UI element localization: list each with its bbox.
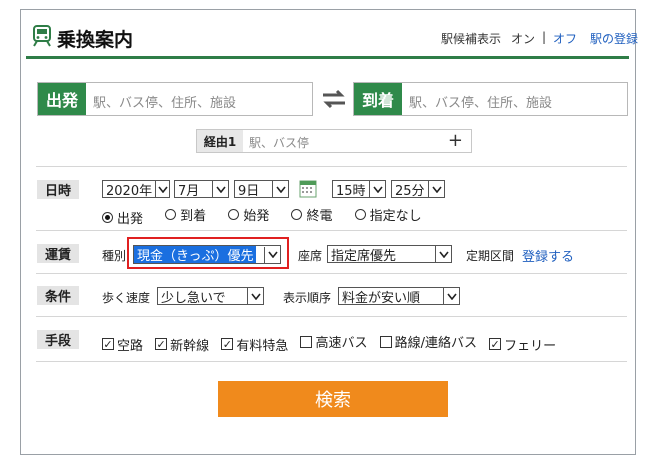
via-placeholder: 駅、バス停 [249,136,310,150]
radio-arrival[interactable]: 到着 [165,205,206,224]
separator [36,273,627,274]
seat-label: 座席 [298,249,323,263]
means-group: ✓ 空路 ✓ 新幹線 ✓ 有料特急 高速バス 路線/連絡バス ✓ フェリー [102,332,564,354]
radio-icon [354,209,366,220]
month-value: 7月 [178,183,200,199]
via-field[interactable]: 経由1 駅、バス停 + [196,129,472,153]
add-via-button[interactable]: + [448,130,463,152]
chevron-down-icon [369,181,385,197]
radio-last-train[interactable]: 終電 [291,205,332,224]
divider: | [542,30,547,44]
checkbox-shinkansen[interactable]: ✓ 新幹線 [155,335,209,354]
radio-departure[interactable]: 出発 [102,208,143,227]
month-select[interactable]: 7月 [174,180,229,199]
from-placeholder: 駅、バス停、住所、施設 [93,96,237,111]
from-field[interactable]: 出発 駅、バス停、住所、施設 [37,82,313,116]
radio-unspecified[interactable]: 指定なし [354,205,422,224]
hour-select[interactable]: 15時 [332,180,386,199]
fare-label: 運賃 [37,244,79,263]
checkbox-icon [300,335,313,348]
fare-type-label: 種別 [102,249,127,263]
chevron-down-icon [212,181,228,197]
hour-value: 15時 [336,183,366,199]
header-divider [26,56,629,59]
display-order-value: 料金が安い順 [342,290,421,306]
radio-icon [291,209,303,220]
display-order-label: 表示順序 [283,291,332,305]
separator [36,166,627,167]
checkbox-limited-express[interactable]: ✓ 有料特急 [221,335,288,354]
radio-icon [165,209,177,220]
walk-speed-select[interactable]: 少し急いで [157,287,264,306]
page-title: 乗換案内 [57,29,134,51]
radio-selected-icon [102,212,113,223]
calendar-icon[interactable] [299,178,317,198]
conditions-label: 条件 [37,286,79,305]
checkbox-checked-icon: ✓ [489,337,502,351]
station-candidate-label: 駅候補表示 [441,32,502,46]
year-value: 2020年 [106,183,153,199]
seat-select[interactable]: 指定席優先 [327,245,452,264]
register-station-link[interactable]: 駅の登録 [590,30,638,47]
checkbox-highway-bus[interactable]: 高速バス [300,332,367,351]
separator [36,361,627,362]
chevron-down-icon [435,246,451,262]
day-value: 9日 [238,183,260,199]
walk-speed-label: 歩く速度 [102,291,151,305]
display-order-select[interactable]: 料金が安い順 [338,287,460,306]
walk-speed-value: 少し急いで [161,290,226,306]
fare-type-value: 現金（きっぷ）優先 [134,246,257,264]
station-candidate-off-link[interactable]: オフ [553,30,577,47]
separator [36,316,627,317]
year-select[interactable]: 2020年 [102,180,170,199]
station-candidate-on[interactable]: オン [511,30,535,47]
search-button[interactable]: 検索 [218,381,448,417]
to-label: 到着 [354,83,402,115]
seat-value: 指定席優先 [331,248,397,264]
to-placeholder: 駅、バス停、住所、施設 [409,96,553,111]
via-label: 経由1 [197,130,243,152]
checkbox-icon [379,335,392,348]
checkbox-local-bus[interactable]: 路線/連絡バス [379,332,477,351]
from-label: 出発 [38,83,86,115]
means-label: 手段 [37,330,79,349]
chevron-down-icon [443,288,459,304]
commuter-register-link[interactable]: 登録する [522,246,574,265]
chevron-down-icon [247,288,263,304]
radio-first-train[interactable]: 始発 [228,205,269,224]
checkbox-ferry[interactable]: ✓ フェリー [489,335,556,354]
datetime-label: 日時 [37,180,79,199]
fare-type-select[interactable]: 現金（きっぷ）優先 [133,245,281,264]
chevron-down-icon [428,181,444,197]
swap-icon[interactable] [321,89,347,109]
datetime-mode-group: 出発 到着 始発 終電 指定なし [102,205,440,227]
separator [36,230,627,231]
chevron-down-icon [155,181,169,197]
checkbox-checked-icon: ✓ [155,337,168,351]
minute-select[interactable]: 25分 [391,180,445,199]
radio-icon [228,209,240,220]
commuter-label: 定期区間 [466,249,515,263]
checkbox-checked-icon: ✓ [221,337,234,351]
checkbox-checked-icon: ✓ [102,337,114,351]
checkbox-air[interactable]: ✓ 空路 [102,335,143,354]
day-select[interactable]: 9日 [234,180,289,199]
chevron-down-icon [264,246,280,263]
to-field[interactable]: 到着 駅、バス停、住所、施設 [353,82,628,116]
chevron-down-icon [272,181,288,197]
minute-value: 25分 [395,183,425,199]
train-icon [32,25,52,47]
